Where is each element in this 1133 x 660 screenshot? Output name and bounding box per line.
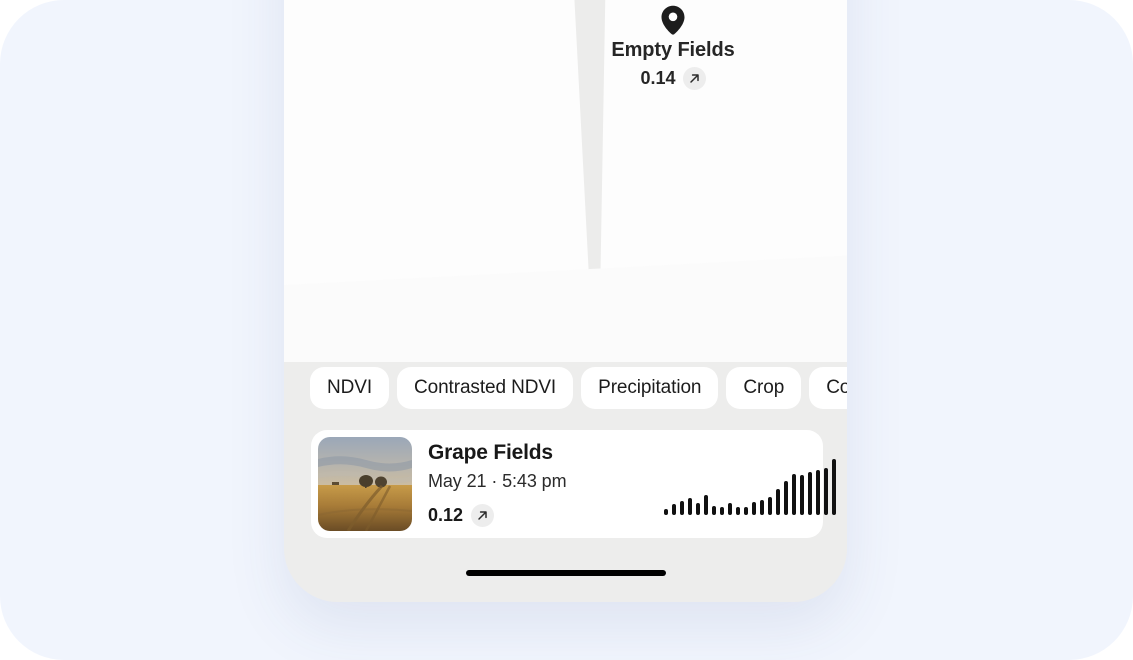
sparkline-bar xyxy=(768,497,772,515)
screenshot-stage: 20 ha Empty Fields 0.14 xyxy=(0,0,1133,660)
sparkline-bar xyxy=(720,507,724,515)
marker-value: 0.14 xyxy=(640,68,676,88)
chip-ndvi[interactable]: NDVI xyxy=(310,367,389,409)
sparkline-bar xyxy=(688,498,692,515)
field-card-value: 0.12 xyxy=(428,504,464,525)
map-view[interactable]: 20 ha Empty Fields 0.14 xyxy=(284,0,847,362)
sparkline-bar xyxy=(808,472,812,515)
field-card-text: Grape Fields May 21 · 5:43 pm 0.12 xyxy=(428,441,658,527)
map-marker-empty-fields-1[interactable]: Empty Fields 0.14 xyxy=(603,5,743,90)
chip-precipitation[interactable]: Precipitation xyxy=(581,367,719,409)
sparkline-bar xyxy=(816,470,820,515)
arrow-up-right-icon[interactable] xyxy=(682,67,706,90)
field-card-timestamp: May 21 · 5:43 pm xyxy=(428,470,567,491)
sparkline-bar xyxy=(752,502,756,515)
sparkline-bar xyxy=(704,495,708,515)
home-indicator xyxy=(465,570,666,576)
sparkline-bar xyxy=(776,489,780,515)
bottom-sheet: NDVI Contrasted NDVI Precipitation Crop … xyxy=(284,362,847,602)
field-summary-card[interactable]: Grape Fields May 21 · 5:43 pm 0.12 xyxy=(311,430,836,538)
sparkline-bar xyxy=(792,474,796,515)
sparkline-bar xyxy=(664,509,668,515)
phone-frame: 20 ha Empty Fields 0.14 xyxy=(284,0,847,602)
marker-label: Empty Fields xyxy=(611,39,735,61)
chip-crop[interactable]: Crop xyxy=(726,367,802,409)
map-pin-icon xyxy=(661,5,685,35)
sparkline-bar xyxy=(832,459,836,515)
sparkline-bar xyxy=(680,501,684,515)
sparkline-bar xyxy=(784,481,788,515)
chip-co[interactable]: Co xyxy=(809,367,847,409)
sparkline-bar xyxy=(728,503,732,515)
sparkline-bar xyxy=(744,507,748,515)
ndvi-sparkline-chart xyxy=(664,453,836,515)
sparkline-bar xyxy=(672,504,676,515)
sparkline-bar xyxy=(800,475,804,515)
field-card-metric: 0.12 xyxy=(428,503,658,527)
sparkline-bar xyxy=(712,506,716,515)
sparkline-bar xyxy=(736,507,740,515)
chip-contrasted-ndvi[interactable]: Contrasted NDVI xyxy=(397,367,574,409)
marker-metric: 0.14 xyxy=(603,67,743,90)
field-card-title: Grape Fields xyxy=(428,441,553,465)
sparkline-bar xyxy=(824,468,828,515)
sparkline-bar xyxy=(696,503,700,515)
layer-filter-chips[interactable]: NDVI Contrasted NDVI Precipitation Crop … xyxy=(310,367,847,409)
arrow-up-right-icon[interactable] xyxy=(471,503,495,527)
sparkline-bar xyxy=(760,500,764,515)
field-thumbnail xyxy=(318,437,412,531)
